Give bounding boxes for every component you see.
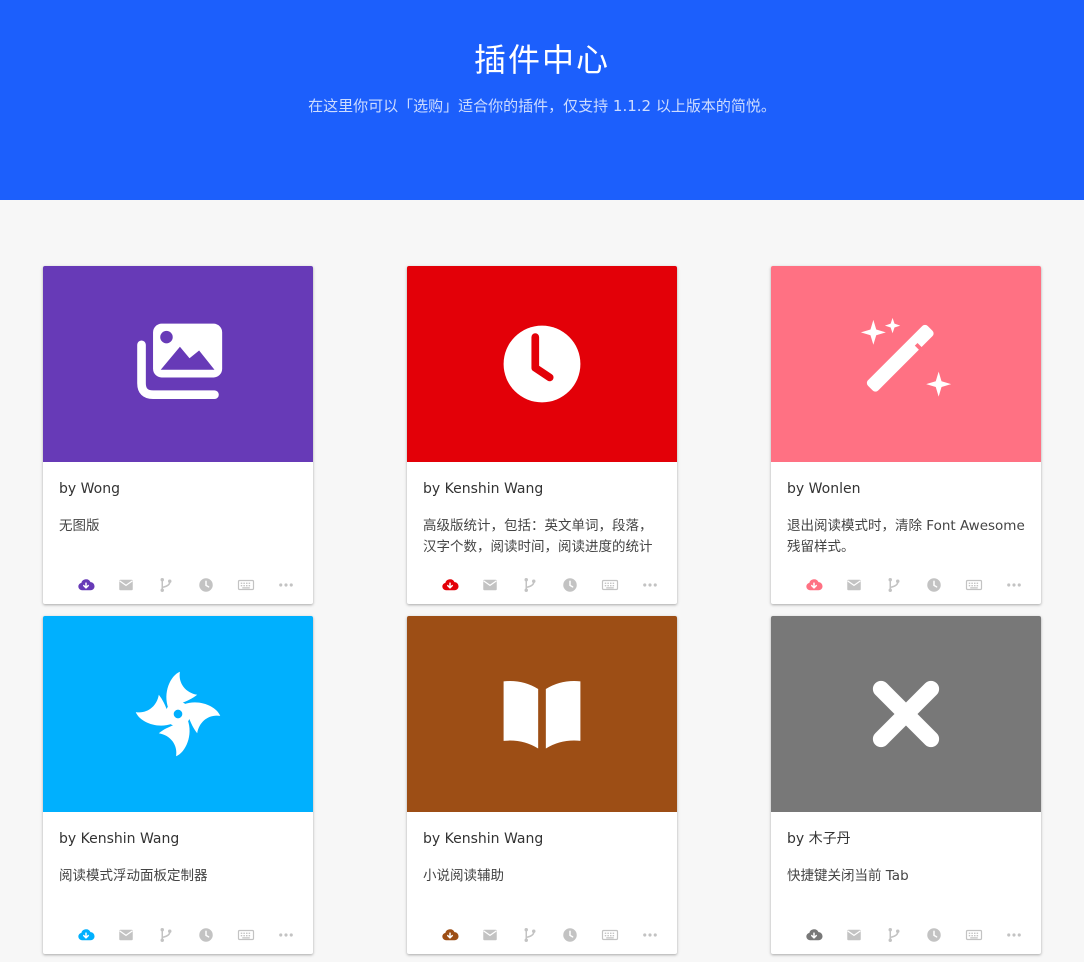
plugin-banner [43, 266, 313, 462]
page-title: 插件中心 [473, 41, 610, 79]
plugin-banner [407, 266, 677, 462]
keyboard-icon[interactable] [959, 926, 989, 944]
mail-icon[interactable] [111, 926, 141, 944]
more-icon[interactable] [635, 926, 665, 944]
book-open-icon [494, 666, 590, 762]
plugin-banner [407, 616, 677, 812]
history-icon[interactable] [555, 926, 585, 944]
history-icon[interactable] [191, 926, 221, 944]
plugin-actions [435, 924, 665, 946]
branch-icon[interactable] [151, 926, 181, 944]
keyboard-icon[interactable] [959, 576, 989, 594]
download-icon[interactable] [435, 926, 465, 944]
mail-icon[interactable] [111, 576, 141, 594]
images-icon [130, 316, 226, 412]
download-icon[interactable] [71, 576, 101, 594]
branch-icon[interactable] [151, 576, 181, 594]
plugin-description: 无图版 [59, 518, 100, 534]
branch-icon[interactable] [515, 576, 545, 594]
mail-icon[interactable] [475, 576, 505, 594]
branch-icon[interactable] [879, 576, 909, 594]
plugin-description: 高级版统计，包括：英文单词，段落，汉字个数，阅读时间，阅读进度的统计 [423, 518, 653, 555]
plugin-card[interactable]: by 木子丹快捷键关闭当前 Tab [771, 616, 1041, 954]
plugin-actions [799, 574, 1029, 596]
header-banner: 插件中心 在这里你可以「选购」适合你的插件，仅支持 1.1.2 以上版本的简悦。 [0, 0, 1084, 200]
download-icon[interactable] [435, 576, 465, 594]
history-icon[interactable] [919, 576, 949, 594]
download-icon[interactable] [799, 926, 829, 944]
keyboard-icon[interactable] [595, 926, 625, 944]
keyboard-icon[interactable] [231, 926, 261, 944]
plugin-description: 阅读模式浮动面板定制器 [59, 868, 208, 884]
more-icon[interactable] [999, 576, 1029, 594]
close-icon [858, 666, 954, 762]
plugin-card[interactable]: by Wonlen 退出阅读模式时，清除 Font Awesome 残留样式。 [771, 266, 1041, 604]
magic-wand-icon [858, 316, 954, 412]
history-icon[interactable] [919, 926, 949, 944]
plugin-banner [43, 616, 313, 812]
mail-icon[interactable] [839, 926, 869, 944]
plugin-banner [771, 616, 1041, 812]
plugin-card[interactable]: by Kenshin Wang 高级版统计，包括：英文单词，段落，汉字个数，阅读时… [407, 266, 677, 604]
more-icon[interactable] [271, 926, 301, 944]
page-subtitle: 在这里你可以「选购」适合你的插件，仅支持 1.1.2 以上版本的简悦。 [308, 97, 776, 115]
plugin-description: 小说阅读辅助 [423, 868, 504, 884]
plugin-author: by Wong [59, 481, 120, 497]
plugin-author: by Kenshin Wang [423, 481, 544, 497]
download-icon[interactable] [71, 926, 101, 944]
mail-icon[interactable] [839, 576, 869, 594]
plugin-description: 退出阅读模式时，清除 Font Awesome 残留样式。 [787, 518, 1025, 555]
mail-icon[interactable] [475, 926, 505, 944]
download-icon[interactable] [799, 576, 829, 594]
plugin-actions [435, 574, 665, 596]
plugin-author: by Wonlen [787, 481, 861, 497]
plugin-description: 快捷键关闭当前 Tab [787, 868, 909, 884]
plugin-author: by Kenshin Wang [423, 831, 544, 847]
pinwheel-icon [130, 666, 226, 762]
keyboard-icon[interactable] [595, 576, 625, 594]
clock-icon [494, 316, 590, 412]
plugin-actions [71, 574, 301, 596]
plugin-author: by 木子丹 [787, 831, 851, 847]
plugin-banner [771, 266, 1041, 462]
branch-icon[interactable] [879, 926, 909, 944]
keyboard-icon[interactable] [231, 576, 261, 594]
history-icon[interactable] [191, 576, 221, 594]
plugin-author: by Kenshin Wang [59, 831, 180, 847]
plugin-actions [71, 924, 301, 946]
plugin-actions [799, 924, 1029, 946]
more-icon[interactable] [999, 926, 1029, 944]
branch-icon[interactable] [515, 926, 545, 944]
more-icon[interactable] [271, 576, 301, 594]
plugin-card[interactable]: by Wong 无图版 [43, 266, 313, 604]
plugin-card[interactable]: by Kenshin Wang 阅读模式浮动面板定制器 [43, 616, 313, 954]
history-icon[interactable] [555, 576, 585, 594]
plugin-card[interactable]: by Kenshin Wang 小说阅读辅助 [407, 616, 677, 954]
more-icon[interactable] [635, 576, 665, 594]
